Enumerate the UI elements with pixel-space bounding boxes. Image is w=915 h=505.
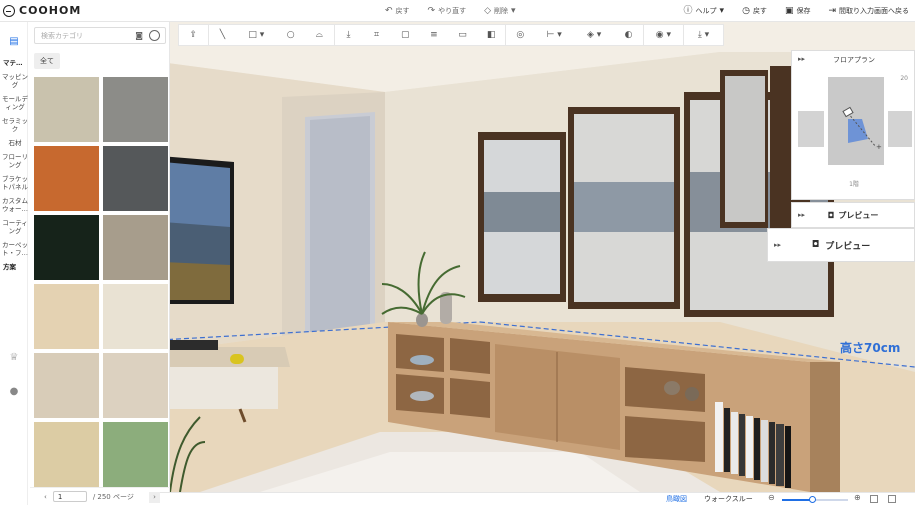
expand-icon: ▸▸ (774, 241, 782, 249)
top-bar: COOHOM ↶ 戻す ↷ やり直す ◇ 削除 ▾ ⓘ ヘルプ ▾ ◷ 戻す ▣… (0, 0, 915, 22)
category-plans[interactable]: 方案 (0, 260, 30, 274)
pagination: ‹ 1 / 250 ページ › (30, 487, 170, 505)
material-tile-tan-mosaic[interactable] (34, 422, 99, 487)
crown-icon[interactable]: ♕ (7, 350, 21, 364)
chevron-down-icon: ▾ (511, 5, 516, 16)
camera-icon: ◘ (827, 210, 835, 220)
category-stone[interactable]: 石材 (0, 136, 30, 150)
save-button[interactable]: ▣ 保存 (785, 6, 811, 16)
camera-icon: ◘ (811, 240, 820, 250)
expand-icon: ▸▸ (798, 211, 806, 219)
category-coating[interactable]: コーティング (0, 216, 30, 238)
camera-search-icon[interactable]: ◙ (135, 31, 143, 40)
undo-button[interactable]: ↶ 戻す (385, 6, 410, 16)
height-annotation: 高さ70cm (840, 341, 901, 355)
material-tile-grey-wood-plank[interactable] (103, 215, 168, 280)
next-page-button[interactable]: › (149, 492, 160, 503)
zoom-out-icon[interactable]: ⊖ (768, 493, 775, 502)
search-icon[interactable] (149, 30, 160, 41)
material-tile-dark-granite[interactable] (103, 146, 168, 211)
brand-name: COOHOM (19, 4, 82, 17)
rectangle-tool-icon[interactable]: □ ▾ (236, 24, 276, 46)
logo[interactable]: COOHOM (3, 4, 81, 17)
exit-icon: ⇥ (828, 5, 836, 16)
paint-icon[interactable]: ⌗ (362, 24, 391, 46)
upload-icon[interactable]: ⇪ (179, 24, 208, 46)
fit-view-icon[interactable] (870, 495, 878, 503)
category-list: マテ… マッピング モールディング セラミック 石材 フローリング ブラケットパ… (0, 56, 30, 274)
prev-page-button[interactable]: ‹ (44, 493, 47, 501)
filter-chip-all[interactable]: 全て (34, 53, 60, 69)
measure-icon[interactable]: ⊢ ▾ (534, 24, 574, 46)
material-tile-cream-marble[interactable] (103, 284, 168, 349)
delete-button[interactable]: ◇ 削除 ▾ (484, 6, 515, 16)
category-ceramic[interactable]: セラミック (0, 114, 30, 136)
material-tile-dark-green[interactable] (34, 215, 99, 280)
material-tile-gray-stone[interactable] (103, 77, 168, 142)
download-icon[interactable]: ⤓ ▾ (682, 24, 723, 46)
render-icon[interactable]: ◐ (614, 24, 643, 46)
material-panel: 検索カテゴリ ◙ 全て ‹ 1 / 250 ページ › (30, 22, 170, 505)
chevron-down-icon: ▾ (719, 5, 725, 16)
zoom-fill (782, 499, 812, 501)
save-icon: ▣ (784, 5, 794, 16)
category-custom-wall[interactable]: カスタムウォー… (0, 194, 30, 216)
floor-label: 1階 (849, 181, 859, 188)
material-tile-pale-wood[interactable] (103, 353, 168, 418)
material-brush-icon[interactable]: ◈ ▾ (574, 24, 614, 46)
return-to-floorplan-button[interactable]: ⇥ 間取り入力画面へ戻る (828, 6, 909, 16)
back-button[interactable]: ◷ 戻す (742, 6, 767, 16)
material-grid (34, 77, 168, 488)
svg-text:+: + (876, 143, 882, 151)
align-icon[interactable]: ≡ (420, 24, 449, 46)
material-tile-green-fabric[interactable] (103, 422, 168, 487)
eraser-icon: ◇ (484, 5, 492, 16)
redo-icon: ↷ (427, 5, 436, 16)
preview-button-a[interactable]: ▸▸ ◘ プレビュー (791, 202, 915, 228)
frame-icon[interactable]: ▢ (391, 24, 420, 46)
line-tool-icon[interactable]: ╲ (207, 24, 237, 46)
view-mode-birdseye[interactable]: 鳥瞰図 (666, 494, 687, 504)
push-pull-icon[interactable]: ⤓ (333, 24, 363, 46)
tool-bar: ⇪ ╲ □ ▾ ○ ⌓ ⤓ ⌗ ▢ ≡ ▭ ◧ ◎ ⊢ ▾ ◈ ▾ ◐ ◉ ▾ … (178, 24, 724, 46)
category-flooring[interactable]: フローリング (0, 150, 30, 172)
zoom-handle[interactable] (808, 496, 816, 503)
help-button[interactable]: ⓘ ヘルプ ▾ (684, 6, 725, 16)
circle-tool-icon[interactable]: ○ (276, 24, 305, 46)
view-icon[interactable]: ◉ ▾ (642, 24, 683, 46)
preview-button-b[interactable]: ▸▸ ◘ プレビュー (767, 228, 915, 262)
arc-tool-icon[interactable]: ⌓ (305, 24, 334, 46)
undo-icon: ↶ (385, 5, 393, 16)
page-total: / 250 ページ (92, 492, 134, 501)
redo-button[interactable]: ↷ やり直す (428, 6, 467, 16)
logo-icon (3, 4, 15, 17)
material-tile-light-wood[interactable] (34, 353, 99, 418)
zoom-slider[interactable] (782, 496, 848, 503)
material-tile-wooden-baseboard[interactable] (34, 146, 99, 211)
layer-icon[interactable]: ◧ (477, 24, 506, 46)
category-materials[interactable]: マテ… (0, 56, 30, 70)
help-icon: ⓘ (683, 5, 693, 16)
material-tile-wood-grain-light[interactable] (34, 77, 99, 142)
snap-icon[interactable]: ◎ (505, 24, 534, 46)
view-mode-walkthrough[interactable]: ウォークスルー (704, 494, 753, 504)
category-mapping[interactable]: マッピング (0, 70, 30, 92)
fullscreen-icon[interactable] (888, 495, 896, 503)
clock-icon: ◷ (742, 5, 750, 16)
page-input[interactable]: 1 (52, 491, 87, 502)
panel-icon[interactable]: ▭ (448, 24, 477, 46)
category-carpet[interactable]: カーペット・フ… (0, 238, 30, 260)
category-bracket-panel[interactable]: ブラケットパネル (0, 172, 30, 194)
materials-nav-icon[interactable]: ▤ (7, 34, 21, 48)
status-bar: 鳥瞰図 ウォークスルー ⊖ ⊕ (160, 492, 915, 505)
user-icon[interactable]: ● (7, 384, 21, 398)
category-molding[interactable]: モールディング (0, 92, 30, 114)
material-tile-beige-marble[interactable] (34, 284, 99, 349)
floorplan-panel: ▸▸ フロアプラン 20 + 1階 (791, 50, 915, 200)
search-input[interactable]: 検索カテゴリ ◙ (34, 27, 166, 44)
zoom-in-icon[interactable]: ⊕ (854, 493, 861, 502)
